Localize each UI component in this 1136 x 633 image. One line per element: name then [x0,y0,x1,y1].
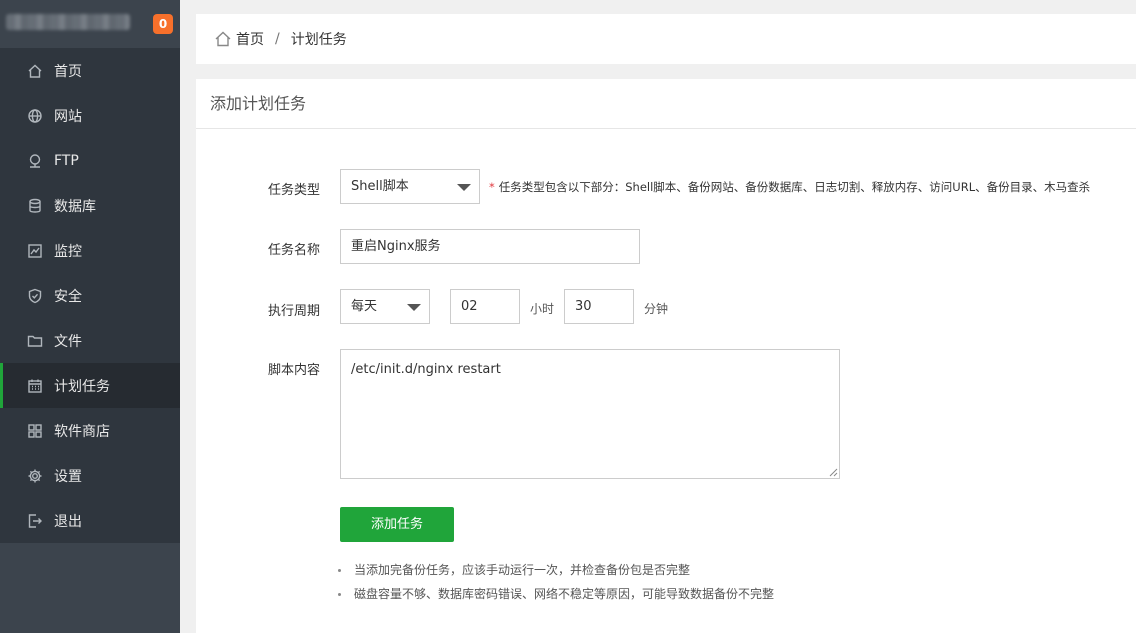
task-type-select[interactable]: Shell脚本 [340,169,480,204]
sidebar-menu: 首页 网站 FTP 数据库 监控 安全 文件 计划任务 软件商店 设置 退出 [0,48,180,543]
add-task-button[interactable]: 添加任务 [340,507,454,542]
sidebar-item-label: 文件 [54,333,82,350]
blurred-username [6,14,130,30]
sidebar-item-label: 软件商店 [54,423,110,440]
sidebar-item-label: 数据库 [54,198,96,215]
task-name-label: 任务名称 [267,243,320,258]
task-type-label: 任务类型 [267,183,320,198]
period-value: 每天 [351,299,378,314]
panel-title: 添加计划任务 [196,79,1136,129]
calendar-icon [26,377,44,395]
task-type-value: Shell脚本 [351,179,409,194]
logout-icon [26,512,44,530]
task-type-hint-text: 任务类型包含以下部分：Shell脚本、备份网站、备份数据库、日志切割、释放内存、… [498,180,1091,194]
sidebar-item-store[interactable]: 软件商店 [0,408,180,453]
home-icon [215,31,231,47]
sidebar-item-website[interactable]: 网站 [0,93,180,138]
required-marker: * [489,180,495,194]
sidebar-item-logout[interactable]: 退出 [0,498,180,543]
breadcrumb: 首页 / 计划任务 [196,14,1136,64]
grid-icon [26,422,44,440]
sidebar-item-label: 设置 [54,468,82,485]
home-icon [26,62,44,80]
script-label: 脚本内容 [267,363,320,378]
breadcrumb-home[interactable]: 首页 [236,29,264,49]
sidebar-item-ftp[interactable]: FTP [0,138,180,183]
ftp-icon [26,152,44,170]
tips-list: 当添加完备份任务，应该手动运行一次，并检查备份包是否完整 磁盘容量不够、数据库密… [336,558,774,606]
sidebar-item-home[interactable]: 首页 [0,48,180,93]
chevron-down-icon [457,184,471,191]
sidebar-item-security[interactable]: 安全 [0,273,180,318]
sidebar: 0 首页 网站 FTP 数据库 监控 安全 文件 计划任务 软件商店 设置 退出 [0,0,180,633]
tip-item: 磁盘容量不够、数据库密码错误、网络不稳定等原因，可能导致数据备份不完整 [336,582,774,606]
add-cron-panel: 添加计划任务 任务类型 Shell脚本 * 任务类型包含以下部分：Shell脚本、… [196,79,1136,633]
minute-input[interactable]: 30 [564,289,634,324]
sidebar-item-database[interactable]: 数据库 [0,183,180,228]
sidebar-item-label: 退出 [54,513,82,530]
breadcrumb-separator: / [275,31,280,47]
tip-item: 当添加完备份任务，应该手动运行一次，并检查备份包是否完整 [336,558,774,582]
sidebar-item-label: FTP [54,152,79,169]
hour-input[interactable]: 02 [450,289,520,324]
script-text: /etc/init.d/nginx restart [351,362,501,377]
script-textarea[interactable]: /etc/init.d/nginx restart [340,349,840,479]
period-select[interactable]: 每天 [340,289,430,324]
task-name-input[interactable]: 重启Nginx服务 [340,229,640,264]
sidebar-item-label: 安全 [54,288,82,305]
minute-unit: 分钟 [644,302,669,316]
sidebar-item-settings[interactable]: 设置 [0,453,180,498]
sidebar-item-files[interactable]: 文件 [0,318,180,363]
breadcrumb-current: 计划任务 [290,32,347,48]
gear-icon [26,467,44,485]
hour-unit: 小时 [530,302,555,316]
sidebar-item-label: 网站 [54,108,82,125]
notification-badge[interactable]: 0 [153,14,173,34]
shield-icon [26,287,44,305]
sidebar-item-label: 监控 [54,243,82,260]
task-type-hint: * 任务类型包含以下部分：Shell脚本、备份网站、备份数据库、日志切割、释放内存… [489,179,1090,195]
sidebar-item-monitor[interactable]: 监控 [0,228,180,273]
monitor-icon [26,242,44,260]
sidebar-item-cron[interactable]: 计划任务 [0,363,180,408]
folder-icon [26,332,44,350]
sidebar-header: 0 [0,0,180,48]
chevron-down-icon [407,304,421,311]
period-label: 执行周期 [267,304,320,319]
globe-icon [26,107,44,125]
resize-handle-icon[interactable] [828,467,838,477]
sidebar-item-label: 计划任务 [54,378,110,395]
database-icon [26,197,44,215]
sidebar-item-label: 首页 [54,63,82,80]
